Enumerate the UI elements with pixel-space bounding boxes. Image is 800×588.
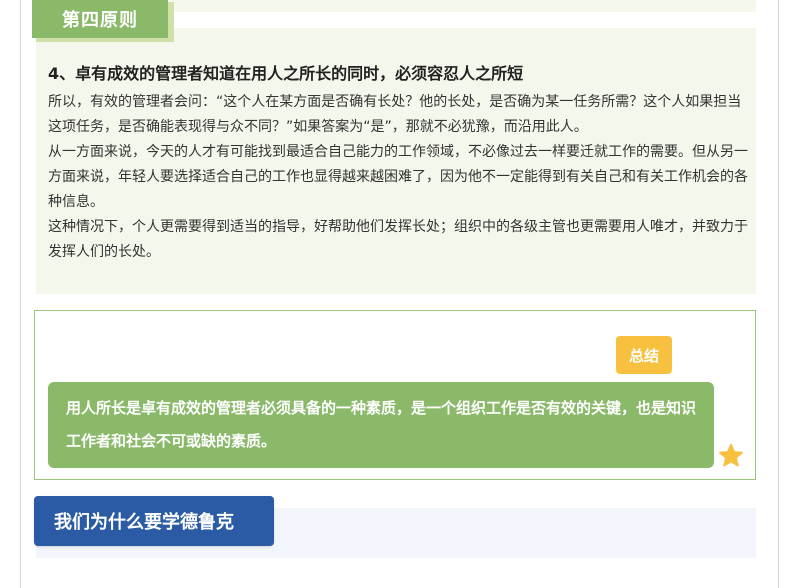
frame-border-right: [778, 0, 779, 588]
article-page: 第四原则 4、卓有成效的管理者知道在用人之所长的同时，必须容忍人之所短 所以，有…: [0, 0, 800, 588]
principle-paragraph: 所以，有效的管理者会问：“这个人在某方面是否确有长处？他的长处，是否确为某一任务…: [48, 94, 742, 135]
principle-paragraph: 这种情况下，个人更需要得到适当的指导，好帮助他们发挥长处；组织中的各级主管也更需…: [48, 219, 748, 260]
frame-border-left: [20, 0, 21, 588]
star-icon: [719, 443, 743, 467]
principle-body: 所以，有效的管理者会问：“这个人在某方面是否确有长处？他的长处，是否确为某一任务…: [48, 90, 748, 265]
principle-paragraph: 从一方面来说，今天的人才有可能找到最适合自己能力的工作领域，不必像过去一样要迁就…: [48, 144, 748, 210]
principle-tag: 第四原则: [32, 0, 168, 38]
principle-heading: 4、卓有成效的管理者知道在用人之所长的同时，必须容忍人之所短: [48, 64, 524, 83]
summary-badge: 总结: [616, 336, 672, 374]
next-section-title: 我们为什么要学德鲁克: [34, 496, 274, 546]
summary-text: 用人所长是卓有成效的管理者必须具备的一种素质，是一个组织工作是否有效的关键，也是…: [48, 382, 714, 468]
